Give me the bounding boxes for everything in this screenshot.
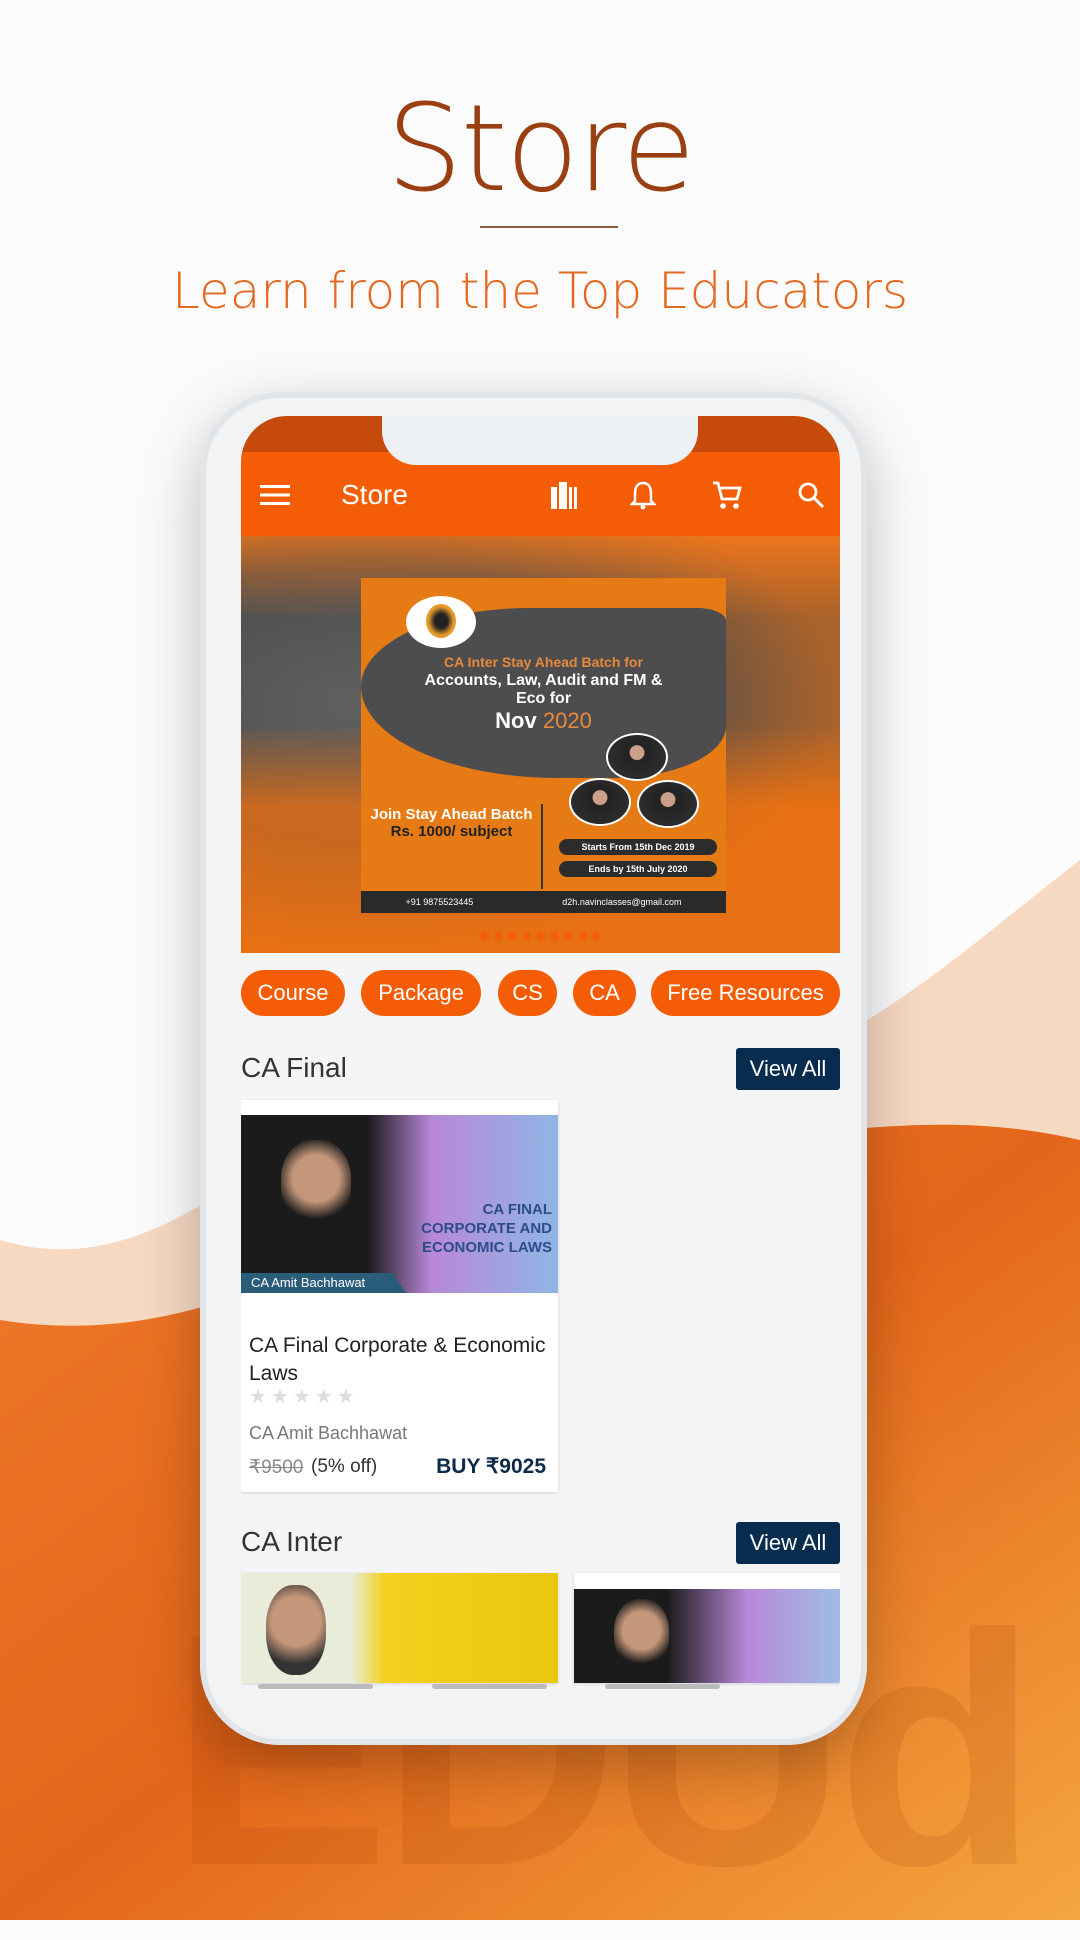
app-bar: Store bbox=[241, 453, 840, 536]
navin-classes-logo bbox=[406, 596, 476, 648]
bell-icon[interactable] bbox=[623, 453, 663, 536]
educator-photo bbox=[606, 733, 668, 781]
educator-photo bbox=[569, 778, 631, 826]
menu-icon[interactable] bbox=[255, 453, 295, 536]
divider bbox=[480, 226, 618, 228]
educator-photo bbox=[281, 1140, 351, 1225]
course-thumbnail: CA FINAL CORPORATE AND ECONOMIC LAWS CA … bbox=[241, 1115, 558, 1293]
scroll-indicator bbox=[432, 1684, 547, 1689]
rating-stars: ★★★★★ bbox=[249, 1384, 359, 1408]
course-author: CA Amit Bachhawat bbox=[249, 1423, 408, 1443]
category-chips: Course Package CS CA Free Resources bbox=[241, 970, 840, 1016]
view-all-ca-final-button[interactable]: View All bbox=[736, 1048, 840, 1090]
search-icon[interactable] bbox=[791, 453, 831, 536]
thumbnail-educator-tag: CA Amit Bachhawat bbox=[241, 1273, 406, 1293]
educator-photo bbox=[614, 1599, 669, 1669]
educator-photo bbox=[637, 780, 699, 828]
poster-subjects: Accounts, Law, Audit and FM & Eco for bbox=[424, 672, 663, 707]
poster-contact: +91 9875523445 d2h.navinclasses@gmail.com bbox=[361, 891, 726, 913]
scroll-indicator bbox=[605, 1684, 720, 1689]
carousel-dot[interactable] bbox=[522, 932, 531, 941]
carousel-dot[interactable] bbox=[578, 932, 587, 941]
app-bar-title: Store bbox=[341, 478, 408, 510]
poster-start-date: Starts From 15th Dec 2019 bbox=[559, 839, 717, 855]
course-card[interactable] bbox=[241, 1573, 558, 1683]
poster-headline: CA Inter Stay Ahead Batch for bbox=[444, 654, 643, 670]
poster-month: Nov bbox=[495, 708, 537, 733]
poster-offer-text: Join Stay Ahead Batch bbox=[370, 806, 533, 823]
chip-cs[interactable]: CS bbox=[498, 970, 557, 1016]
carousel-dot[interactable] bbox=[536, 932, 545, 941]
library-icon[interactable] bbox=[544, 453, 584, 536]
course-card[interactable] bbox=[574, 1573, 840, 1683]
chip-package[interactable]: Package bbox=[361, 970, 481, 1016]
poster-end-date: Ends by 15th July 2020 bbox=[559, 861, 717, 877]
view-all-ca-inter-button[interactable]: View All bbox=[736, 1522, 840, 1564]
buy-button[interactable]: BUY ₹9025 bbox=[436, 1454, 546, 1479]
course-card[interactable]: CA FINAL CORPORATE AND ECONOMIC LAWS CA … bbox=[241, 1100, 558, 1492]
promo-banner-carousel[interactable]: CA Inter Stay Ahead Batch for Accounts, … bbox=[241, 536, 840, 953]
carousel-dot[interactable] bbox=[550, 932, 559, 941]
chip-course[interactable]: Course bbox=[241, 970, 345, 1016]
chip-free-resources[interactable]: Free Resources bbox=[651, 970, 840, 1016]
course-thumbnail bbox=[574, 1589, 840, 1683]
thumbnail-title: CA FINAL CORPORATE AND ECONOMIC LAWS bbox=[421, 1201, 552, 1256]
original-price: ₹9500 bbox=[249, 1457, 304, 1478]
poster-date: Nov 2020 bbox=[361, 708, 726, 734]
cart-icon[interactable] bbox=[707, 453, 747, 536]
promo-poster[interactable]: CA Inter Stay Ahead Batch for Accounts, … bbox=[361, 578, 726, 913]
carousel-dot[interactable] bbox=[494, 932, 503, 941]
poster-offer: Join Stay Ahead Batch Rs. 1000/ subject bbox=[369, 806, 534, 840]
scroll-indicator bbox=[258, 1684, 373, 1689]
carousel-dot[interactable] bbox=[564, 932, 573, 941]
poster-phone: +91 9875523445 bbox=[405, 897, 474, 907]
section-title-ca-inter: CA Inter bbox=[241, 1526, 343, 1557]
carousel-dot[interactable] bbox=[480, 932, 489, 941]
educator-photo bbox=[266, 1585, 326, 1675]
hero-subtitle: Learn from the Top Educators bbox=[171, 262, 909, 320]
phone-screen: Store CA Inter Stay Ahead Batch for Acco… bbox=[241, 416, 840, 1690]
discount: (5% off) bbox=[311, 1456, 378, 1477]
poster-offer-price: Rs. 1000/ subject bbox=[390, 823, 513, 840]
poster-divider bbox=[541, 804, 543, 889]
section-title-ca-final: CA Final bbox=[241, 1052, 347, 1083]
carousel-dots bbox=[241, 932, 840, 941]
carousel-dot[interactable] bbox=[508, 932, 517, 941]
poster-email: d2h.navinclasses@gmail.com bbox=[562, 897, 682, 907]
course-title[interactable]: CA Final Corporate & Economic Laws bbox=[249, 1332, 549, 1388]
chip-ca[interactable]: CA bbox=[573, 970, 636, 1016]
poster-year: 2020 bbox=[542, 708, 592, 733]
hero-title: Store bbox=[386, 80, 695, 219]
carousel-dot[interactable] bbox=[592, 932, 601, 941]
